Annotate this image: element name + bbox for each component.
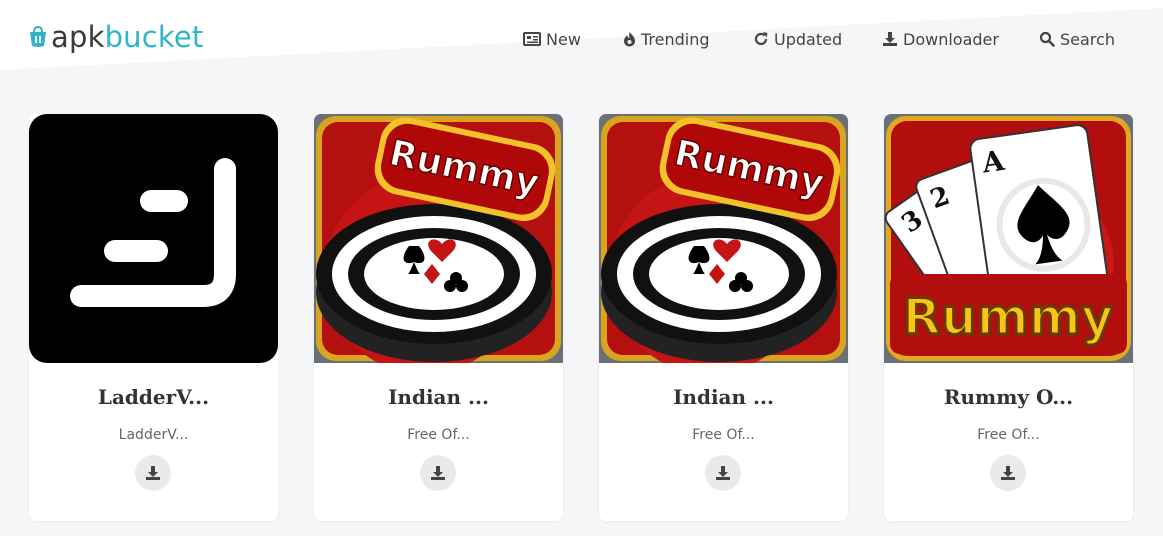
app-card[interactable]: Rummy Indian ... Free Of...: [314, 114, 563, 521]
app-card[interactable]: 3 2 A Rummy Rummy O... Free Of...: [884, 114, 1133, 521]
download-icon: [1001, 466, 1015, 480]
app-title[interactable]: Rummy O...: [884, 385, 1133, 409]
nav-downloader-label: Downloader: [903, 29, 999, 49]
download-icon: [883, 32, 897, 46]
search-icon: [1039, 31, 1055, 47]
app-title[interactable]: Indian ...: [314, 385, 563, 409]
refresh-icon: [754, 32, 768, 46]
main-nav: New Trending Updated Downloader Search: [0, 27, 1163, 51]
app-title[interactable]: Indian ...: [599, 385, 848, 409]
nav-search[interactable]: Search: [1039, 27, 1115, 51]
app-subtitle: LadderV...: [118, 427, 189, 443]
app-title[interactable]: LadderV...: [29, 385, 278, 409]
app-subtitle: Free Of...: [407, 427, 470, 443]
app-card[interactable]: LadderV... LadderV...: [29, 114, 278, 521]
download-button[interactable]: [135, 455, 171, 491]
app-subtitle: Free Of...: [977, 427, 1040, 443]
svg-text:Rummy: Rummy: [903, 288, 1114, 346]
download-icon: [431, 466, 445, 480]
app-card[interactable]: Rummy Indian ... Free Of...: [599, 114, 848, 521]
indian-rummy-app-icon: Rummy: [314, 114, 563, 363]
nav-trending[interactable]: Trending: [623, 27, 710, 51]
download-button[interactable]: [420, 455, 456, 491]
ladderv-app-icon: [29, 114, 278, 363]
nav-new-label: New: [546, 29, 581, 49]
download-icon: [716, 466, 730, 480]
nav-new[interactable]: New: [523, 27, 581, 51]
fire-icon: [624, 32, 635, 47]
download-button[interactable]: [705, 455, 741, 491]
nav-updated-label: Updated: [774, 29, 843, 49]
download-icon: [146, 466, 160, 480]
nav-updated[interactable]: Updated: [753, 27, 842, 51]
indian-rummy-app-icon: Rummy: [599, 114, 848, 363]
newspaper-icon: [523, 32, 541, 46]
nav-search-label: Search: [1060, 29, 1115, 49]
nav-trending-label: Trending: [641, 29, 710, 49]
download-button[interactable]: [990, 455, 1026, 491]
nav-downloader[interactable]: Downloader: [882, 27, 999, 51]
rummy-offline-app-icon: 3 2 A Rummy: [884, 114, 1133, 363]
app-subtitle: Free Of...: [692, 427, 755, 443]
